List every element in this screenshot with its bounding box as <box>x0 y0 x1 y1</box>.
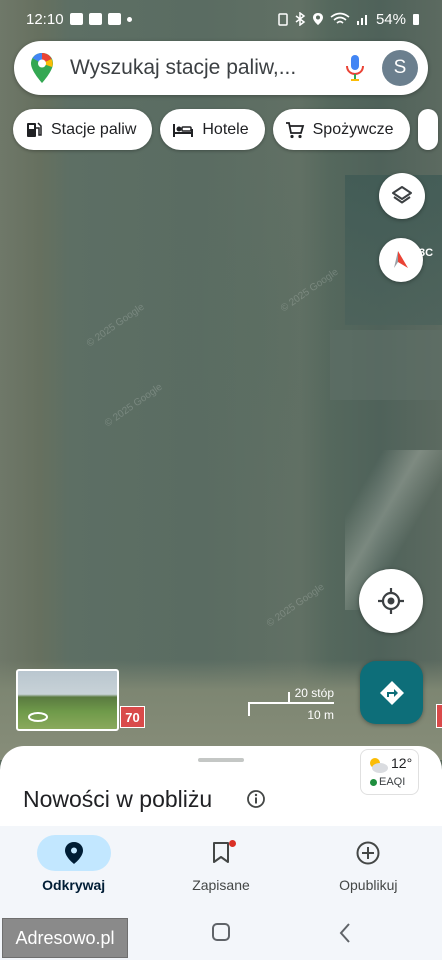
map-label: 3C <box>419 247 434 259</box>
nav-label: Odkrywaj <box>42 877 106 893</box>
location-icon <box>312 13 323 25</box>
google-maps-logo-icon <box>31 53 53 83</box>
chip-label: Hotele <box>202 120 249 138</box>
location-pin-icon <box>64 842 83 864</box>
more-notifications-icon <box>126 16 132 22</box>
nav-pill <box>36 835 111 871</box>
nav-explore[interactable]: Odkrywaj <box>0 826 147 910</box>
chip-label: Stacje paliw <box>51 120 137 138</box>
search-input[interactable]: Wyszukaj stacje paliw,... <box>70 56 344 80</box>
layers-button[interactable] <box>379 173 425 219</box>
aqi-status-dot <box>370 779 377 786</box>
compass-icon <box>394 251 408 268</box>
adresowo-watermark: Adresowo.pl <box>2 918 128 958</box>
bed-icon <box>173 123 194 137</box>
back-button[interactable] <box>338 922 352 944</box>
map-watermark: © 2025 Google <box>278 266 341 315</box>
nav-label: Opublikuj <box>339 877 398 893</box>
gallery-icon <box>69 13 83 25</box>
chip-hotels[interactable]: Hotele <box>160 109 265 150</box>
bottom-nav: Odkrywaj Zapisane Opublikuj <box>0 826 442 910</box>
signal-icon <box>356 15 367 25</box>
directions-button[interactable] <box>360 661 423 724</box>
map-building <box>330 330 442 400</box>
avatar[interactable]: S <box>382 50 418 86</box>
bluetooth-icon <box>295 12 306 26</box>
scale-metric: 10 m <box>307 708 334 722</box>
scale-tick <box>248 702 250 716</box>
youtube-icon <box>107 13 121 25</box>
wifi-icon <box>330 12 350 24</box>
speed-limit-sign: 70 <box>120 706 145 728</box>
category-chips: Stacje paliw Hotele Spożywcze <box>13 109 438 150</box>
chip-more[interactable] <box>417 109 438 150</box>
battery-percent: 54% <box>375 10 406 28</box>
nav-saved[interactable]: Zapisane <box>147 826 294 910</box>
battery-saver-icon <box>278 13 288 26</box>
compass-button[interactable] <box>379 238 423 282</box>
chat-icon <box>88 13 102 25</box>
crosshair-icon <box>378 588 404 614</box>
rotate-360-icon <box>28 712 48 722</box>
weather-widget[interactable]: 12° EAQI <box>360 749 419 795</box>
info-icon[interactable] <box>246 789 266 809</box>
sheet-title: Nowości w pobliżu <box>23 786 213 812</box>
drag-handle[interactable] <box>198 758 244 762</box>
bookmark-icon <box>212 842 229 863</box>
battery-icon <box>413 14 419 25</box>
scale-tick <box>288 692 290 704</box>
status-time: 12:10 <box>26 10 64 28</box>
weather-temp: 12° <box>391 755 413 771</box>
my-location-button[interactable] <box>359 569 423 633</box>
speed-limit-sign-partial <box>436 704 442 728</box>
home-button[interactable] <box>212 923 230 941</box>
map-watermark: © 2025 Google <box>264 581 327 630</box>
map-watermark: © 2025 Google <box>84 301 147 350</box>
nav-label: Zapisane <box>192 877 250 893</box>
cart-icon <box>285 121 304 138</box>
partly-cloudy-icon <box>370 758 388 773</box>
chip-gas-stations[interactable]: Stacje paliw <box>13 109 153 150</box>
gas-station-icon <box>27 121 42 137</box>
directions-icon <box>379 680 404 705</box>
nav-contribute[interactable]: Opublikuj <box>295 826 442 910</box>
layers-icon <box>392 186 412 204</box>
nav-pill <box>184 835 258 871</box>
chip-groceries[interactable]: Spożywcze <box>272 109 410 150</box>
status-bar: 12:10 54% <box>0 0 442 38</box>
search-bar[interactable]: Wyszukaj stacje paliw,... S <box>14 41 428 95</box>
chip-label: Spożywcze <box>312 120 394 138</box>
map-watermark: © 2025 Google <box>102 381 165 430</box>
street-view-thumbnail[interactable] <box>16 669 119 731</box>
bottom-sheet[interactable]: Nowości w pobliżu 12° EAQI <box>0 746 442 836</box>
air-quality-label: EAQI <box>379 776 406 788</box>
add-circle-icon <box>356 841 380 865</box>
scale-bar <box>248 702 334 704</box>
microphone-icon[interactable] <box>344 53 366 83</box>
scale-imperial: 20 stóp <box>294 686 334 700</box>
map-scale: 20 stóp 10 m <box>248 686 334 722</box>
nav-pill <box>331 835 405 871</box>
